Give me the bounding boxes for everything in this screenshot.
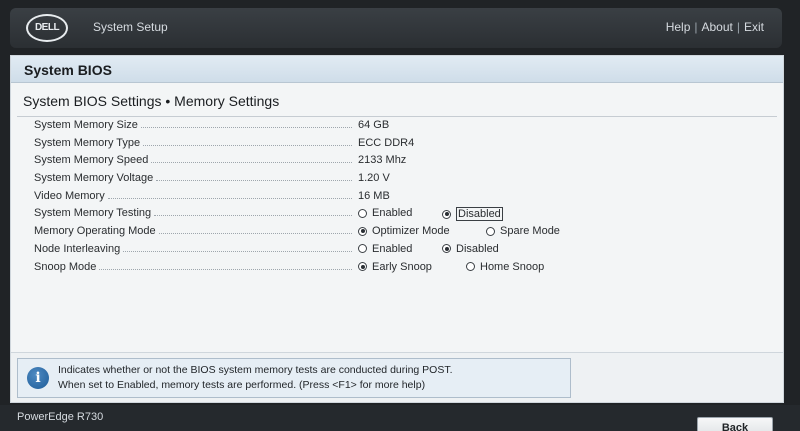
footer-bar: PowerEdge R730 Back [0,405,800,431]
main-panel: System BIOS System BIOS Settings • Memor… [10,55,784,353]
setting-label: System Memory Testing [34,207,152,220]
help-line-2: When set to Enabled, memory tests are pe… [58,379,426,391]
radio-memory-testing-disabled[interactable]: Disabled [442,207,503,222]
leader-dots [140,119,352,128]
leader-dots [143,137,352,146]
help-line-1: Indicates whether or not the BIOS system… [58,364,453,376]
link-separator: | [694,20,698,34]
setting-label: Node Interleaving [34,242,121,255]
radio-node-interleaving-disabled[interactable]: Disabled [442,243,499,255]
setting-row-memory-testing: System Memory Testing Enabled Disabled [11,206,783,224]
radio-label: Spare Mode [500,225,560,238]
bios-screen: DELL System Setup Help | About | Exit System… [0,0,800,431]
radio-label: Optimizer Mode [372,225,450,238]
help-area: i Indicates whether or not the BIOS syst… [10,352,784,403]
setting-row-video-memory: Video Memory 16 MB [11,189,783,207]
radio-label: Disabled [456,242,499,255]
setting-label: System Memory Voltage [34,172,154,185]
panel-title: System BIOS [24,62,112,78]
leader-dots [151,154,352,164]
radio-label: Enabled [372,242,413,255]
setting-label: System Memory Type [34,136,141,149]
setting-value: 16 MB [358,189,390,202]
radio-node-interleaving-enabled[interactable]: Enabled [358,243,412,255]
app-title: System Setup [93,20,168,34]
top-links: Help | About | Exit [666,20,764,34]
leader-dots [158,225,352,235]
settings-list: System Memory Size 64 GB System Memory T… [11,118,783,277]
help-link[interactable]: Help [666,20,691,34]
radio-label: Enabled [372,207,413,220]
setting-row-memory-size: System Memory Size 64 GB [11,118,783,136]
setting-label: Snoop Mode [34,260,97,273]
setting-row-memory-voltage: System Memory Voltage 1.20 V [11,171,783,189]
leader-dots [123,243,352,252]
about-link[interactable]: About [702,20,733,34]
setting-row-memory-speed: System Memory Speed 2133 Mhz [11,153,783,171]
leader-dots [107,190,352,199]
link-separator: | [736,20,740,34]
radio-off-icon [358,208,367,218]
back-button[interactable]: Back [697,417,773,431]
setting-value: 1.20 V [358,172,390,185]
radio-optimizer-mode[interactable]: Optimizer Mode [358,225,450,237]
dell-logo: DELL [26,14,68,42]
radio-spare-mode[interactable]: Spare Mode [486,225,560,237]
setting-label: System Memory Size [34,119,138,131]
leader-dots [156,172,352,182]
setting-label: System Memory Speed [34,154,149,167]
panel-title-bar [11,56,783,83]
exit-link[interactable]: Exit [744,20,764,34]
radio-on-icon [442,244,451,254]
setting-value: 2133 Mhz [358,154,407,167]
header-bar: DELL System Setup Help | About | Exit [10,8,782,48]
radio-label: Home Snoop [480,260,545,273]
help-text: Indicates whether or not the BIOS system… [58,363,453,393]
leader-dots [99,261,352,270]
info-icon: i [27,367,49,389]
radio-memory-testing-enabled[interactable]: Enabled [358,207,412,219]
radio-label: Early Snoop [372,260,432,273]
radio-off-icon [358,244,367,254]
radio-early-snoop[interactable]: Early Snoop [358,261,432,273]
setting-row-snoop-mode: Snoop Mode Early Snoop Home Snoop [11,260,783,278]
setting-row-node-interleaving: Node Interleaving Enabled Disabled [11,242,783,260]
setting-label: Memory Operating Mode [34,225,156,238]
radio-on-icon [442,209,451,219]
heading-divider [17,116,777,117]
radio-label: Disabled [456,207,503,222]
setting-value: ECC DDR4 [358,136,415,149]
setting-label: Video Memory [34,189,105,202]
leader-dots [154,207,352,217]
help-box: i Indicates whether or not the BIOS syst… [17,358,571,398]
setting-value: 64 GB [358,119,390,131]
radio-home-snoop[interactable]: Home Snoop [466,261,544,273]
radio-off-icon [466,262,475,271]
radio-off-icon [486,226,495,236]
radio-on-icon [358,226,367,236]
system-model: PowerEdge R730 [17,411,104,423]
radio-on-icon [358,262,367,271]
setting-row-memory-type: System Memory Type ECC DDR4 [11,136,783,154]
setting-row-operating-mode: Memory Operating Mode Optimizer Mode Spa… [11,224,783,242]
page-heading: System BIOS Settings • Memory Settings [23,93,280,109]
